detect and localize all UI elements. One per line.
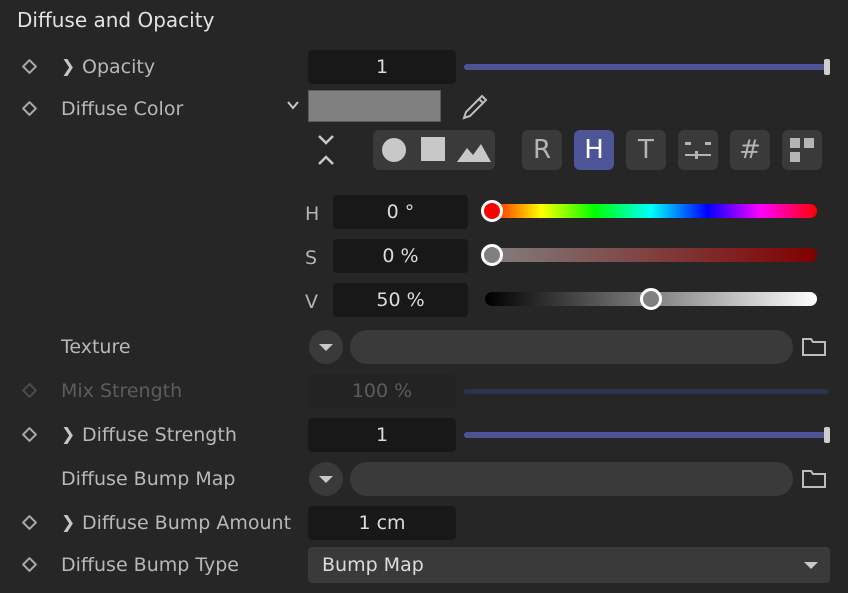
diffuse-color-label: Diffuse Color xyxy=(61,98,184,120)
hue-label: H xyxy=(305,203,320,225)
diffuse-bump-amount-label: Diffuse Bump Amount xyxy=(82,512,292,534)
swatches-mode-button[interactable] xyxy=(782,130,822,170)
diffuse-strength-label: Diffuse Strength xyxy=(82,424,237,446)
hue-field[interactable]: 0 ° xyxy=(333,195,468,229)
opacity-slider-handle[interactable] xyxy=(824,59,830,75)
value-slider-knob[interactable] xyxy=(640,288,662,310)
diffuse-strength-field[interactable]: 1 xyxy=(308,418,456,452)
diffuse-bump-type-label: Diffuse Bump Type xyxy=(61,554,239,576)
chevron-right-icon[interactable]: ❯ xyxy=(61,513,75,533)
mix-strength-field: 100 % xyxy=(308,374,456,408)
eyedropper-icon[interactable] xyxy=(458,90,492,124)
section-title: Diffuse and Opacity xyxy=(17,8,215,32)
mixer-icon xyxy=(685,142,711,159)
diffuse-strength-row: ❯ Diffuse Strength 1 xyxy=(0,418,848,452)
diffuse-bump-map-row: Diffuse Bump Map xyxy=(0,462,848,496)
keyframe-diamond-icon[interactable] xyxy=(21,100,38,117)
saturation-slider[interactable] xyxy=(485,248,817,262)
value-label: V xyxy=(305,291,318,313)
diffuse-bump-amount-field[interactable]: 1 cm xyxy=(308,506,456,540)
texture-label: Texture xyxy=(61,336,131,358)
circle-icon[interactable] xyxy=(381,137,407,163)
bump-type-select-value: Bump Map xyxy=(322,554,424,576)
diffuse-strength-slider[interactable] xyxy=(464,427,830,443)
collapse-icon[interactable] xyxy=(314,132,338,168)
chevron-right-icon[interactable]: ❯ xyxy=(61,425,75,445)
hue-slider[interactable] xyxy=(485,204,817,218)
mix-strength-row: Mix Strength 100 % xyxy=(0,374,848,408)
temperature-mode-button[interactable]: T xyxy=(626,130,666,170)
bump-map-link-field[interactable] xyxy=(350,462,793,496)
diffuse-bump-map-label: Diffuse Bump Map xyxy=(61,468,236,490)
opacity-slider[interactable] xyxy=(464,59,830,75)
swatch-shape-group xyxy=(373,130,495,170)
keyframe-diamond-icon[interactable] xyxy=(21,556,38,573)
saturation-field[interactable]: 0 % xyxy=(333,239,468,273)
mix-strength-slider xyxy=(464,389,829,394)
opacity-field[interactable]: 1 xyxy=(308,50,456,84)
hex-mode-button[interactable]: # xyxy=(730,130,770,170)
chevron-down-icon[interactable] xyxy=(286,98,300,112)
diffuse-bump-amount-row: ❯ Diffuse Bump Amount 1 cm xyxy=(0,506,848,540)
bump-map-dropdown-button[interactable] xyxy=(309,462,343,496)
value-field[interactable]: 50 % xyxy=(333,283,468,317)
keyframe-diamond-icon[interactable] xyxy=(21,514,38,531)
hue-slider-knob[interactable] xyxy=(481,200,503,222)
rgb-mode-button[interactable]: R xyxy=(522,130,562,170)
opacity-row: ❯ Opacity 1 xyxy=(0,50,848,84)
texture-row: Texture xyxy=(0,330,848,364)
saturation-label: S xyxy=(305,247,318,269)
keyframe-diamond-icon[interactable] xyxy=(21,426,38,443)
swatches-icon xyxy=(790,138,814,162)
mountain-icon[interactable] xyxy=(457,142,491,162)
saturation-slider-knob[interactable] xyxy=(481,244,503,266)
texture-dropdown-button[interactable] xyxy=(309,330,343,364)
chevron-right-icon[interactable]: ❯ xyxy=(61,57,75,77)
bump-type-select[interactable]: Bump Map xyxy=(308,547,830,583)
diffuse-bump-type-row: Diffuse Bump Type Bump Map xyxy=(0,547,848,583)
folder-icon[interactable] xyxy=(801,336,827,358)
mixer-mode-button[interactable] xyxy=(678,130,718,170)
keyframe-diamond-icon[interactable] xyxy=(21,58,38,75)
diffuse-strength-slider-handle[interactable] xyxy=(824,427,830,443)
texture-link-field[interactable] xyxy=(350,330,793,364)
square-icon[interactable] xyxy=(421,137,445,161)
hsv-mode-button[interactable]: H xyxy=(574,130,614,170)
color-swatch[interactable] xyxy=(308,90,441,122)
folder-icon[interactable] xyxy=(801,468,827,490)
opacity-label: Opacity xyxy=(82,56,156,78)
mix-strength-label: Mix Strength xyxy=(61,380,183,402)
chevron-down-icon xyxy=(804,562,818,569)
keyframe-diamond-icon xyxy=(21,382,38,399)
